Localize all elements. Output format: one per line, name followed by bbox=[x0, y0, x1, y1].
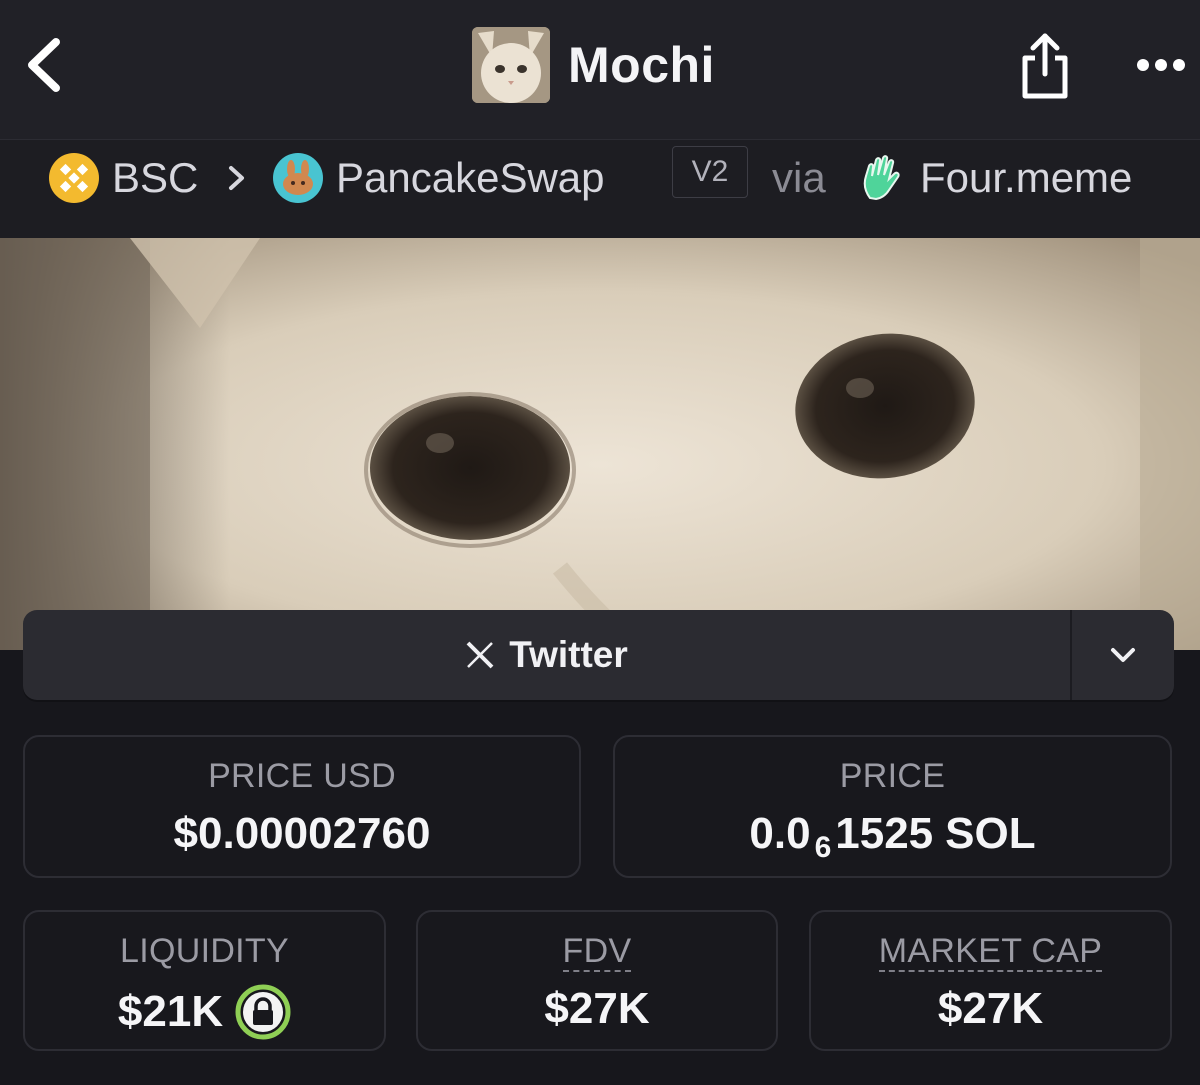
market-cap-amount: $27K bbox=[937, 984, 1044, 1033]
market-cap-card: MARKET CAP $27K bbox=[809, 910, 1172, 1051]
fdv-label[interactable]: FDV bbox=[418, 932, 776, 972]
fdv-label-text: FDV bbox=[562, 932, 632, 972]
price-usd-label: PRICE USD bbox=[208, 757, 396, 795]
four-meme-hand-icon bbox=[863, 155, 900, 201]
breadcrumb: BSC PancakeSwap via Four.meme bbox=[0, 140, 1200, 238]
share-button[interactable] bbox=[1010, 26, 1080, 106]
pancakeswap-icon bbox=[273, 153, 323, 203]
price-native-unit: SOL bbox=[945, 809, 1036, 858]
token-title: Mochi bbox=[472, 26, 715, 104]
fdv-amount: $27K bbox=[544, 984, 650, 1033]
back-button[interactable] bbox=[14, 30, 74, 100]
fdv-value: $27K bbox=[418, 984, 776, 1034]
liquidity-label: LIQUIDITY bbox=[120, 932, 289, 970]
market-cap-label[interactable]: MARKET CAP bbox=[811, 932, 1170, 972]
token-avatar bbox=[472, 27, 550, 103]
fdv-card: FDV $27K bbox=[416, 910, 778, 1051]
more-options-button[interactable] bbox=[1130, 40, 1192, 90]
market-cap-label-text: MARKET CAP bbox=[878, 932, 1103, 972]
breadcrumb-chain[interactable]: BSC bbox=[48, 148, 198, 208]
breadcrumb-chain-label: BSC bbox=[112, 154, 199, 201]
price-native-zero-count: 6 bbox=[814, 831, 832, 864]
token-banner-image bbox=[0, 238, 1200, 650]
chevron-right-icon bbox=[229, 166, 244, 190]
breadcrumb-separator bbox=[226, 148, 248, 208]
liquidity-value: $21K bbox=[25, 984, 384, 1040]
chevron-down-icon bbox=[1111, 648, 1135, 662]
bnb-chain-icon bbox=[49, 153, 99, 203]
social-links-bar: Twitter bbox=[23, 610, 1174, 700]
chevron-left-icon bbox=[28, 38, 60, 92]
price-native-label: PRICE bbox=[839, 757, 946, 795]
x-logo-icon bbox=[466, 641, 494, 669]
top-navigation-bar: Mochi bbox=[0, 0, 1200, 140]
liquidity-card: LIQUIDITY $21K bbox=[23, 910, 386, 1051]
twitter-link-button[interactable]: Twitter bbox=[23, 610, 1070, 700]
breadcrumb-launchpad[interactable]: Four.meme bbox=[856, 148, 1132, 208]
lock-icon bbox=[235, 984, 291, 1040]
liquidity-amount: $21K bbox=[117, 987, 224, 1036]
price-native-prefix: 0.0 bbox=[749, 809, 811, 858]
price-native-value: 0.0 6 1525 SOL bbox=[615, 809, 1170, 864]
via-label: via bbox=[772, 154, 826, 201]
liquidity-lock-button[interactable] bbox=[235, 984, 291, 1040]
price-native-digits: 1525 bbox=[835, 809, 934, 858]
price-usd-amount: $0.00002760 bbox=[173, 809, 431, 858]
breadcrumb-dex-label: PancakeSwap bbox=[336, 154, 605, 201]
more-horizontal-icon bbox=[1137, 59, 1185, 71]
market-cap-value: $27K bbox=[811, 984, 1170, 1034]
price-usd-card: PRICE USD $0.00002760 bbox=[23, 735, 581, 878]
breadcrumb-launchpad-label: Four.meme bbox=[920, 154, 1133, 201]
price-native-card: PRICE 0.0 6 1525 SOL bbox=[613, 735, 1172, 878]
price-usd-value: $0.00002760 bbox=[25, 809, 579, 859]
social-links-dropdown-toggle[interactable] bbox=[1070, 610, 1174, 700]
token-name: Mochi bbox=[568, 37, 715, 93]
dex-version-badge: V2 bbox=[672, 146, 748, 198]
breadcrumb-dex[interactable]: PancakeSwap bbox=[272, 148, 605, 208]
share-icon bbox=[1022, 33, 1068, 99]
token-page: Mochi BSC PancakeSwap via Four.meme V2 T… bbox=[0, 0, 1200, 1085]
twitter-label: Twitter bbox=[509, 634, 628, 675]
